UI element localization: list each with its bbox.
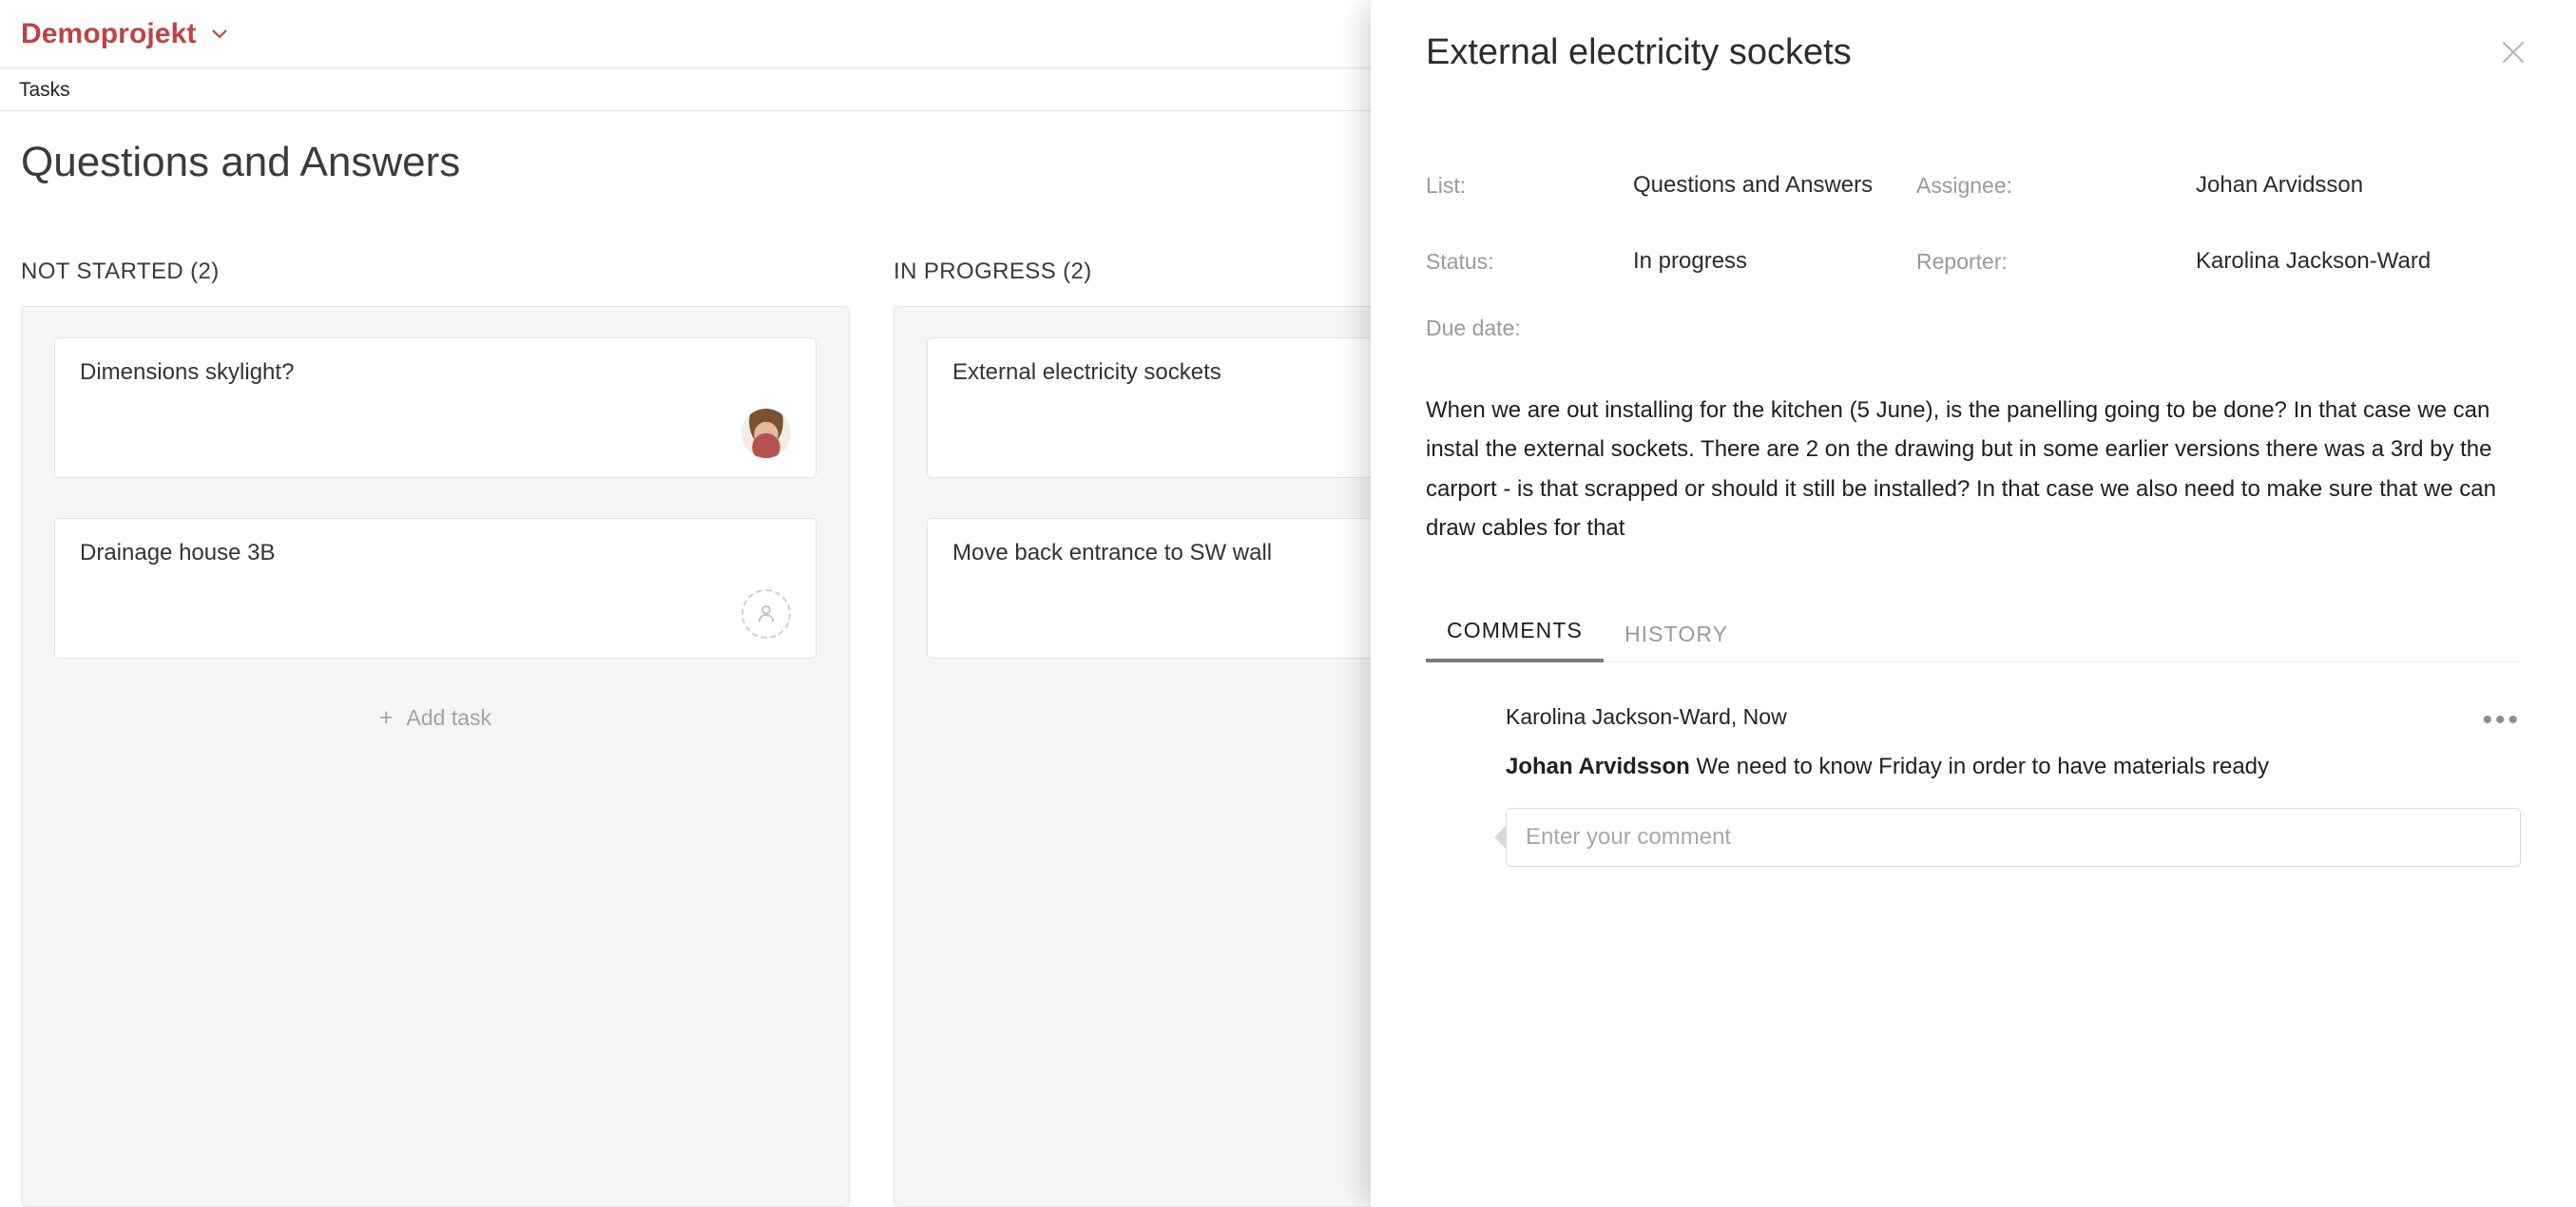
- add-task-label: Add task: [406, 705, 492, 730]
- status-value[interactable]: In progress: [1633, 248, 1916, 275]
- task-description[interactable]: When we are out installing for the kitch…: [1426, 391, 2521, 547]
- task-card[interactable]: Dimensions skylight?: [54, 337, 817, 478]
- assignee-value[interactable]: Johan Arvidsson: [2135, 163, 2521, 207]
- avatar: [1426, 702, 1481, 757]
- add-task-button[interactable]: + Add task: [54, 699, 817, 757]
- comment-list: Karolina Jackson-Ward, Now Johan Arvidss…: [1426, 700, 2521, 867]
- column-dropzone[interactable]: Dimensions skylight? Drainage house 3B +…: [21, 306, 850, 1207]
- list-value[interactable]: Questions and Answers: [1633, 172, 1916, 199]
- board-column-not-started: NOT STARTED (2) Dimensions skylight? Dra…: [21, 259, 850, 1207]
- assignee-name: Johan Arvidsson: [2196, 172, 2364, 198]
- comment-composer: [1426, 807, 2521, 867]
- plus-icon: +: [378, 704, 394, 731]
- avatar: [1426, 810, 1481, 865]
- avatar[interactable]: [741, 409, 791, 458]
- avatar[interactable]: [741, 589, 791, 639]
- list-label: List:: [1426, 172, 1467, 198]
- project-name: Demoprojekt: [21, 17, 197, 49]
- due-date-label: Due date:: [1426, 316, 1521, 340]
- chevron-down-icon[interactable]: [209, 24, 230, 45]
- reporter-name: Karolina Jackson-Ward: [2196, 248, 2432, 274]
- avatar: [2135, 163, 2179, 207]
- empty-user-icon: [741, 589, 791, 639]
- comment-main: Karolina Jackson-Ward, Now Johan Arvidss…: [1506, 700, 2521, 783]
- column-header: NOT STARTED (2): [21, 259, 220, 284]
- assignee-photo-icon: [741, 409, 791, 458]
- task-title: Dimensions skylight?: [80, 359, 295, 385]
- comment-item: Karolina Jackson-Ward, Now Johan Arvidss…: [1426, 700, 2521, 783]
- task-metadata: List: Questions and Answers Assignee: Jo…: [1426, 163, 2521, 341]
- reporter-value[interactable]: Karolina Jackson-Ward: [2135, 239, 2521, 283]
- kebab-menu-icon[interactable]: •••: [2482, 706, 2521, 735]
- comment-mention[interactable]: Johan Arvidsson: [1506, 754, 1690, 779]
- task-title: Drainage house 3B: [80, 540, 276, 565]
- task-detail-panel: External electricity sockets List: Quest…: [1371, 0, 2576, 1207]
- status-label: Status:: [1426, 248, 1494, 274]
- comment-body: Johan Arvidsson We need to know Friday i…: [1506, 751, 2521, 783]
- close-icon[interactable]: [2490, 29, 2536, 75]
- comment-body-text: We need to know Friday in order to have …: [1689, 754, 2270, 780]
- panel-tabs: COMMENTS HISTORY: [1426, 603, 2521, 663]
- panel-title: External electricity sockets: [1426, 34, 1852, 70]
- project-switcher[interactable]: Demoprojekt: [21, 17, 230, 49]
- composer-wrap: [1494, 807, 2521, 867]
- app-root: Demoprojekt Tasks Questions and Answers …: [0, 0, 2576, 1207]
- tab-tasks[interactable]: Tasks: [19, 80, 70, 100]
- comment-input[interactable]: [1506, 807, 2521, 867]
- reporter-label: Reporter:: [1916, 248, 2008, 274]
- task-card[interactable]: Drainage house 3B: [54, 518, 817, 659]
- comment-meta: Karolina Jackson-Ward, Now: [1506, 704, 1787, 730]
- page-title: Questions and Answers: [21, 139, 461, 185]
- tab-history[interactable]: HISTORY: [1604, 622, 1749, 662]
- panel-header: External electricity sockets: [1371, 0, 2576, 105]
- panel-body: List: Questions and Answers Assignee: Jo…: [1371, 105, 2576, 1207]
- assignee-label: Assignee:: [1916, 172, 2013, 198]
- speech-caret-icon: [1494, 824, 1507, 850]
- avatar: [2135, 239, 2179, 283]
- tab-comments[interactable]: COMMENTS: [1426, 618, 1604, 663]
